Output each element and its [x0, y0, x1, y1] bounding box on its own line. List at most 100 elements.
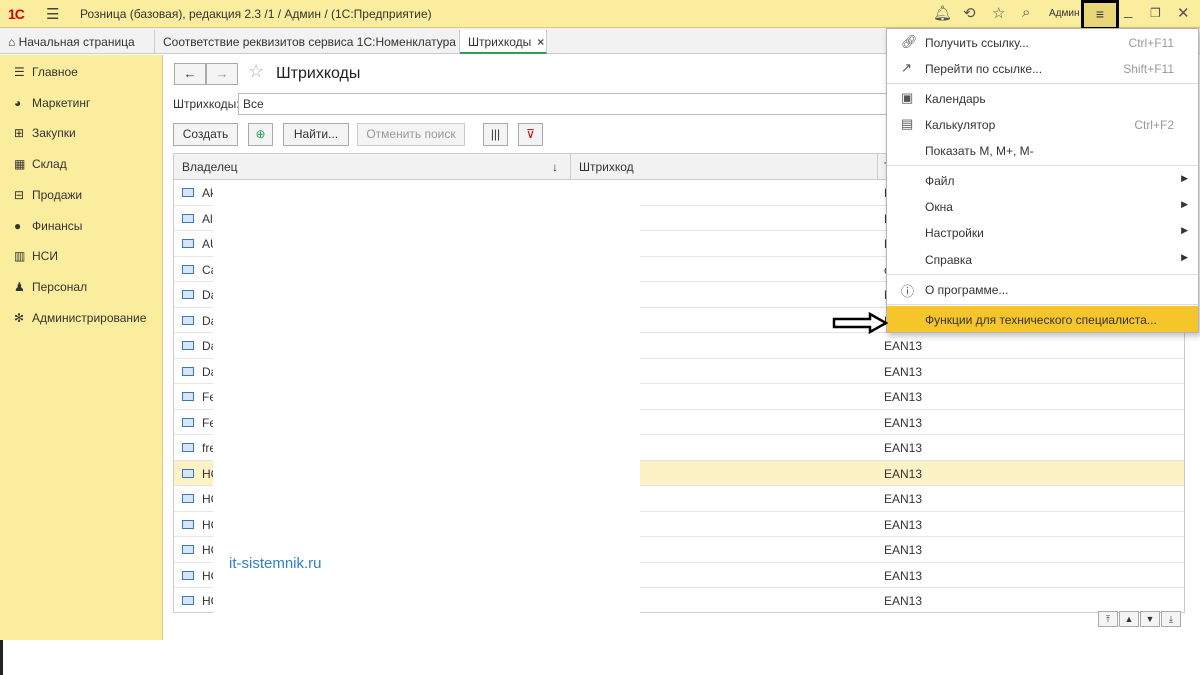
cell-type: EAN13 — [884, 568, 923, 583]
menu-item-file[interactable]: Файл ▶ — [887, 167, 1198, 193]
barcode-row-icon — [182, 264, 194, 274]
menu-item-settings[interactable]: Настройки ▶ — [887, 219, 1198, 245]
basket-icon: ⊟ — [14, 188, 25, 202]
menu-item-calendar[interactable]: ▣ Календарь — [887, 85, 1198, 111]
barcode-filter-field[interactable]: Все — [238, 93, 888, 115]
user-name[interactable]: Админ — [1049, 8, 1080, 19]
sidebar-item-sales[interactable]: ⊟ Продажи — [14, 188, 82, 208]
cell-type: EAN13 — [884, 364, 923, 379]
back-button[interactable]: ← — [174, 63, 206, 85]
chevron-right-icon: ▶ — [1181, 173, 1188, 183]
sidebar-item-nsi[interactable]: ▥ НСИ — [14, 249, 58, 269]
cell-type: EAN13 — [884, 517, 923, 532]
star-icon[interactable]: ☆ — [992, 4, 1005, 22]
book-icon: ▥ — [14, 249, 26, 263]
cart-icon: ⊞ — [14, 126, 25, 140]
edge-mark — [0, 640, 3, 675]
sort-down-icon[interactable]: ↓ — [552, 160, 558, 174]
tab-barcodes[interactable]: Штрихкоды × — [460, 30, 547, 54]
sidebar: ☰ Главное ◕ Маркетинг ⊞ Закупки ▦ Склад ⊟ Про… — [0, 55, 163, 640]
sidebar-item-marketing[interactable]: ◕ Маркетинг — [14, 96, 90, 116]
find-button[interactable]: Найти... — [283, 123, 349, 146]
filter-label: Штрихкоды: — [173, 97, 240, 111]
scroll-down-button[interactable]: ▼ — [1140, 611, 1160, 627]
cell-type: EAN13 — [884, 466, 923, 481]
restore-icon[interactable]: ❐ — [1150, 6, 1161, 20]
menu-item-tech-specialist[interactable]: Функции для технического специалиста... — [887, 306, 1198, 332]
title-bar: 1С ☰ Розница (базовая), редакция 2.3 /1 … — [0, 0, 1200, 30]
clear-filter-button[interactable]: ⊽ — [518, 123, 543, 146]
menu-lines-icon: ≡ — [1095, 6, 1105, 22]
add-copy-icon: ⊕ — [255, 127, 266, 141]
barcode-row-icon — [182, 239, 194, 248]
barcode-row-icon — [182, 570, 194, 580]
menu-item-show-memory[interactable]: Показать М, М+, М- — [887, 137, 1198, 163]
barcode-row-icon — [182, 417, 194, 427]
menu-item-go-link[interactable]: ↗ Перейти по ссылке... Shift+F11 — [887, 55, 1198, 81]
menu-item-about[interactable]: ⓘ О программе... — [887, 276, 1198, 302]
barcode-row-icon — [182, 596, 194, 605]
coin-icon: ● — [14, 219, 22, 233]
app-logo: 1С — [8, 6, 25, 22]
sidebar-item-warehouse[interactable]: ▦ Склад — [14, 157, 67, 177]
scroll-bottom-button[interactable]: ⤓ — [1161, 611, 1181, 627]
column-barcode[interactable]: Штрихкод — [579, 160, 634, 174]
menu-item-get-link[interactable]: 🔗︎ Получить ссылку... Ctrl+F11 — [887, 29, 1198, 55]
barcode-row-icon — [182, 213, 194, 223]
sidebar-item-staff[interactable]: ♟ Персонал — [14, 280, 87, 300]
chevron-right-icon: ▶ — [1181, 225, 1188, 235]
close-icon[interactable]: ✕ — [1177, 4, 1190, 22]
close-icon[interactable]: × — [537, 35, 544, 49]
copy-button[interactable]: ⊕ — [248, 123, 273, 146]
barcode-row-icon — [182, 443, 194, 452]
page-title: Штрихкоды — [276, 65, 361, 82]
history-icon[interactable]: ⟲ — [963, 4, 976, 22]
info-icon: ⓘ — [901, 284, 915, 299]
app-title: Розница (базовая), редакция 2.3 /1 / Адм… — [80, 7, 432, 21]
calculator-icon: ▤ — [901, 116, 914, 131]
link-go-icon: ↗ — [901, 60, 912, 75]
scroll-up-button[interactable]: ▲ — [1119, 611, 1139, 627]
cell-type: EAN13 — [884, 441, 923, 455]
filter-clear-icon: ⊽ — [526, 127, 535, 141]
arrow-left-icon: ← — [183, 66, 197, 81]
system-dropdown-menu: 🔗︎ Получить ссылку... Ctrl+F11 ↗ Перейти по… — [886, 28, 1199, 333]
barcode-row-icon — [182, 341, 194, 350]
sidebar-item-purchases[interactable]: ⊞ Закупки — [14, 126, 76, 146]
favorite-star-icon[interactable]: ☆ — [248, 61, 264, 82]
menu-item-calculator[interactable]: ▤ Калькулятор Ctrl+F2 — [887, 111, 1198, 137]
main-menu-icon[interactable]: ☰ — [46, 5, 59, 23]
barcode-scan-button[interactable]: ||| — [483, 123, 508, 146]
sidebar-item-main[interactable]: ☰ Главное — [14, 65, 78, 85]
tab-home[interactable]: ⌂ Начальная страница — [0, 30, 155, 54]
create-button[interactable]: Создать — [173, 123, 238, 146]
search-icon[interactable]: ⌕ — [1022, 4, 1030, 21]
system-menu-button[interactable]: ≡ — [1081, 0, 1119, 30]
cancel-search-button[interactable]: Отменить поиск — [357, 123, 465, 146]
scroll-top-button[interactable]: ⤒ — [1098, 611, 1118, 627]
scroll-buttons: ⤒ ▲ ▼ ⤓ — [1098, 611, 1186, 629]
link-icon: 🔗︎ — [901, 34, 918, 49]
menu-item-help[interactable]: Справка ▶ — [887, 246, 1198, 272]
barcode-row-icon — [182, 366, 194, 376]
grid-icon: ▦ — [14, 157, 26, 171]
home-icon: ⌂ — [8, 35, 16, 49]
sidebar-item-admin[interactable]: ✻ Администрирование — [14, 311, 146, 331]
menu-item-windows[interactable]: Окна ▶ — [887, 193, 1198, 219]
forward-button[interactable]: → — [206, 63, 238, 85]
sidebar-item-finance[interactable]: ● Финансы — [14, 219, 82, 239]
tab-nomenclature-mapping[interactable]: Соответствие реквизитов сервиса 1С:Номен… — [155, 30, 469, 54]
barcode-icon: ||| — [490, 127, 501, 141]
barcode-row-icon — [182, 188, 194, 197]
bell-icon[interactable]: 🔔︎ — [933, 4, 952, 22]
barcode-row-icon — [182, 290, 194, 299]
minimize-icon[interactable]: _ — [1124, 2, 1132, 19]
cell-type: EAN13 — [884, 594, 923, 608]
calendar-icon: ▣ — [901, 90, 914, 105]
pointer-arrow-icon — [832, 312, 888, 334]
redacted-area — [213, 184, 640, 614]
barcode-row-icon — [182, 468, 194, 478]
pie-icon: ◕ — [14, 96, 22, 110]
column-owner[interactable]: Владелец — [182, 160, 238, 174]
person-icon: ♟ — [14, 280, 25, 294]
